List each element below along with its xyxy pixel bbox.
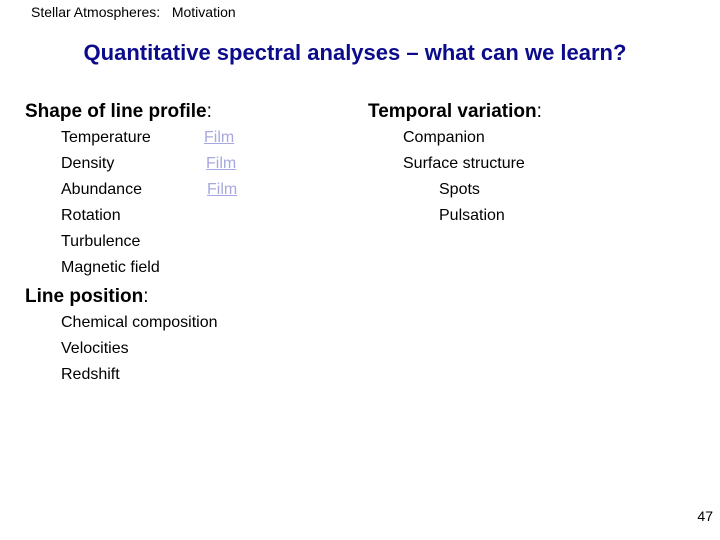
item-redshift: Redshift bbox=[61, 366, 120, 383]
film-link-temperature[interactable]: Film bbox=[204, 129, 234, 147]
item-companion: Companion bbox=[403, 129, 485, 146]
item-surface-structure: Surface structure bbox=[403, 155, 525, 172]
item-temperature: Temperature bbox=[61, 129, 151, 146]
heading-line-position: Line position: bbox=[25, 286, 149, 308]
heading-text: Shape of line profile bbox=[25, 101, 207, 122]
item-rotation: Rotation bbox=[61, 207, 121, 224]
heading-colon: : bbox=[143, 286, 149, 307]
slide-title: Quantitative spectral analyses – what ca… bbox=[83, 40, 627, 65]
heading-text: Line position bbox=[25, 286, 144, 307]
film-link-density[interactable]: Film bbox=[206, 155, 236, 173]
film-link-abundance[interactable]: Film bbox=[207, 181, 237, 199]
item-pulsation: Pulsation bbox=[439, 207, 505, 224]
heading-shape-of-line-profile: Shape of line profile: bbox=[25, 101, 212, 123]
item-magnetic-field: Magnetic field bbox=[61, 259, 160, 276]
item-spots: Spots bbox=[439, 181, 480, 198]
page-number: 47 bbox=[697, 508, 713, 524]
heading-colon: : bbox=[536, 101, 542, 122]
item-density: Density bbox=[61, 155, 115, 172]
item-chemical-composition: Chemical composition bbox=[61, 314, 218, 331]
heading-text: Temporal variation bbox=[368, 101, 537, 122]
item-turbulence: Turbulence bbox=[61, 233, 141, 250]
item-abundance: Abundance bbox=[61, 181, 142, 198]
item-velocities: Velocities bbox=[61, 340, 129, 357]
heading-colon: : bbox=[206, 101, 212, 122]
heading-temporal-variation: Temporal variation: bbox=[368, 101, 542, 123]
slide-header: Stellar Atmospheres: Motivation bbox=[31, 4, 236, 20]
